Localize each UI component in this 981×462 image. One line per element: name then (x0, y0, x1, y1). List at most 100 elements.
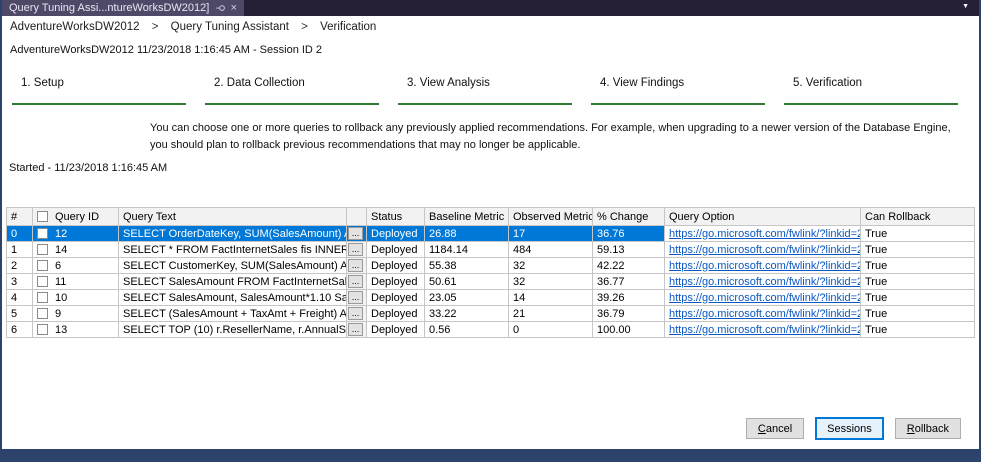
cell-query-text: SELECT * FROM FactInternetSales fis INNE… (118, 241, 347, 258)
cell-observed-metric: 32 (508, 273, 593, 290)
cell-query-option: https://go.microsoft.com/fwlink/?linkid=… (664, 225, 861, 242)
cell-status: Deployed (366, 305, 425, 322)
query-id-value: 11 (55, 275, 67, 288)
cell-can-rollback: True (860, 225, 975, 242)
column-header-query-text[interactable]: Query Text (118, 207, 347, 226)
wizard-step-label: 4. View Findings (600, 77, 685, 89)
cell-expand: ... (346, 273, 367, 290)
breadcrumb: AdventureWorksDW2012 > Query Tuning Assi… (2, 16, 979, 35)
table-row[interactable]: 2 6 SELECT CustomerKey, SUM(SalesAmount)… (6, 257, 975, 274)
column-header-status[interactable]: Status (366, 207, 425, 226)
table-row[interactable]: 0 12 SELECT OrderDateKey, SUM(SalesAmoun… (6, 225, 975, 242)
column-header-index[interactable]: # (6, 207, 33, 226)
row-checkbox[interactable] (37, 291, 48, 303)
row-checkbox[interactable] (37, 259, 48, 271)
expand-query-text-button[interactable]: ... (348, 243, 363, 256)
cell-can-rollback: True (860, 289, 975, 306)
table-row[interactable]: 4 10 SELECT SalesAmount, SalesAmount*1.1… (6, 289, 975, 306)
cell-status: Deployed (366, 257, 425, 274)
pin-icon[interactable]: ⚲ (212, 4, 228, 11)
cell-query-id: 9 (32, 305, 119, 322)
wizard-step-underline (205, 103, 379, 105)
column-header-baseline-metric[interactable]: Baseline Metric (424, 207, 509, 226)
document-tab[interactable]: Query Tuning Assi...ntureWorksDW2012] ⚲ … (2, 0, 245, 16)
breadcrumb-item-database[interactable]: AdventureWorksDW2012 (10, 21, 140, 33)
column-header-percent-change[interactable]: % Change (592, 207, 665, 226)
cell-query-option: https://go.microsoft.com/fwlink/?linkid=… (664, 305, 861, 322)
wizard-step-label: 2. Data Collection (214, 77, 305, 89)
column-header-observed-metric[interactable]: Observed Metric (508, 207, 593, 226)
description-text: You can choose one or more queries to ro… (150, 122, 951, 151)
column-header-can-rollback[interactable]: Can Rollback (860, 207, 975, 226)
cell-query-text: SELECT SalesAmount FROM FactInternetSale… (118, 273, 347, 290)
cell-status: Deployed (366, 273, 425, 290)
column-header-query-id[interactable]: Query ID (32, 207, 119, 226)
cell-can-rollback: True (860, 305, 975, 322)
breadcrumb-item-query-tuning-assistant[interactable]: Query Tuning Assistant (171, 21, 289, 33)
query-option-link[interactable]: https://go.microsoft.com/fwlink/?linkid=… (669, 292, 860, 304)
expand-query-text-button[interactable]: ... (348, 259, 363, 272)
wizard-step-underline (398, 103, 572, 105)
cell-query-id: 14 (32, 241, 119, 258)
row-checkbox[interactable] (37, 227, 48, 239)
rollback-button[interactable]: Rollback (894, 418, 961, 439)
query-option-link[interactable]: https://go.microsoft.com/fwlink/?linkid=… (669, 244, 860, 256)
sessions-button[interactable]: Sessions (815, 417, 884, 440)
tab-list-dropdown-icon[interactable]: ▼ (962, 0, 979, 16)
cell-row-index: 1 (6, 241, 33, 258)
wizard-step-underline (784, 103, 958, 105)
cell-observed-metric: 17 (508, 225, 593, 242)
wizard-step-label: 3. View Analysis (407, 77, 490, 89)
expand-query-text-button[interactable]: ... (348, 275, 363, 288)
column-header-expand[interactable] (346, 207, 367, 226)
wizard-step-label: 1. Setup (21, 77, 64, 89)
cell-observed-metric: 484 (508, 241, 593, 258)
cell-row-index: 0 (6, 225, 33, 242)
cell-row-index: 3 (6, 273, 33, 290)
wizard-step-view-analysis: 3. View Analysis (394, 77, 587, 105)
query-option-link[interactable]: https://go.microsoft.com/fwlink/?linkid=… (669, 228, 860, 240)
cell-row-index: 4 (6, 289, 33, 306)
close-tab-icon[interactable]: × (231, 0, 237, 16)
cell-query-option: https://go.microsoft.com/fwlink/?linkid=… (664, 273, 861, 290)
table-row[interactable]: 5 9 SELECT (SalesAmount + TaxAmt + Freig… (6, 305, 975, 322)
cell-query-text: SELECT (SalesAmount + TaxAmt + Freight) … (118, 305, 347, 322)
table-row[interactable]: 6 13 SELECT TOP (10) r.ResellerName, r.A… (6, 321, 975, 338)
query-option-link[interactable]: https://go.microsoft.com/fwlink/?linkid=… (669, 324, 860, 336)
query-id-value: 14 (55, 243, 68, 256)
expand-query-text-button[interactable]: ... (348, 307, 363, 320)
query-option-link[interactable]: https://go.microsoft.com/fwlink/?linkid=… (669, 308, 860, 320)
query-option-link[interactable]: https://go.microsoft.com/fwlink/?linkid=… (669, 276, 860, 288)
expand-query-text-button[interactable]: ... (348, 323, 363, 336)
cancel-button[interactable]: Cancel (745, 418, 805, 439)
column-header-query-option[interactable]: Query Option (664, 207, 861, 226)
breadcrumb-item-verification[interactable]: Verification (320, 21, 376, 33)
expand-query-text-button[interactable]: ... (348, 291, 363, 304)
wizard-step-underline (591, 103, 765, 105)
cell-can-rollback: True (860, 273, 975, 290)
row-checkbox[interactable] (37, 275, 48, 287)
cell-query-option: https://go.microsoft.com/fwlink/?linkid=… (664, 257, 861, 274)
cell-expand: ... (346, 225, 367, 242)
cell-baseline-metric: 23.05 (424, 289, 509, 306)
cell-query-option: https://go.microsoft.com/fwlink/?linkid=… (664, 289, 861, 306)
query-table-body: 0 12 SELECT OrderDateKey, SUM(SalesAmoun… (6, 225, 975, 338)
cell-baseline-metric: 1184.14 (424, 241, 509, 258)
select-all-checkbox[interactable] (37, 210, 48, 222)
row-checkbox[interactable] (37, 243, 48, 255)
query-id-value: 13 (55, 323, 68, 336)
row-checkbox[interactable] (37, 323, 48, 335)
table-row[interactable]: 1 14 SELECT * FROM FactInternetSales fis… (6, 241, 975, 258)
expand-query-text-button[interactable]: ... (348, 227, 363, 240)
query-id-value: 10 (55, 291, 68, 304)
started-timestamp: Started - 11/23/2018 1:16:45 AM (9, 162, 168, 174)
cell-query-id: 11 (32, 273, 119, 290)
cell-can-rollback: True (860, 241, 975, 258)
cell-observed-metric: 14 (508, 289, 593, 306)
query-option-link[interactable]: https://go.microsoft.com/fwlink/?linkid=… (669, 260, 860, 272)
table-row[interactable]: 3 11 SELECT SalesAmount FROM FactInterne… (6, 273, 975, 290)
footer-buttons: Cancel Sessions Rollback (745, 417, 961, 440)
cell-query-option: https://go.microsoft.com/fwlink/?linkid=… (664, 321, 861, 338)
cell-expand: ... (346, 321, 367, 338)
row-checkbox[interactable] (37, 307, 48, 319)
